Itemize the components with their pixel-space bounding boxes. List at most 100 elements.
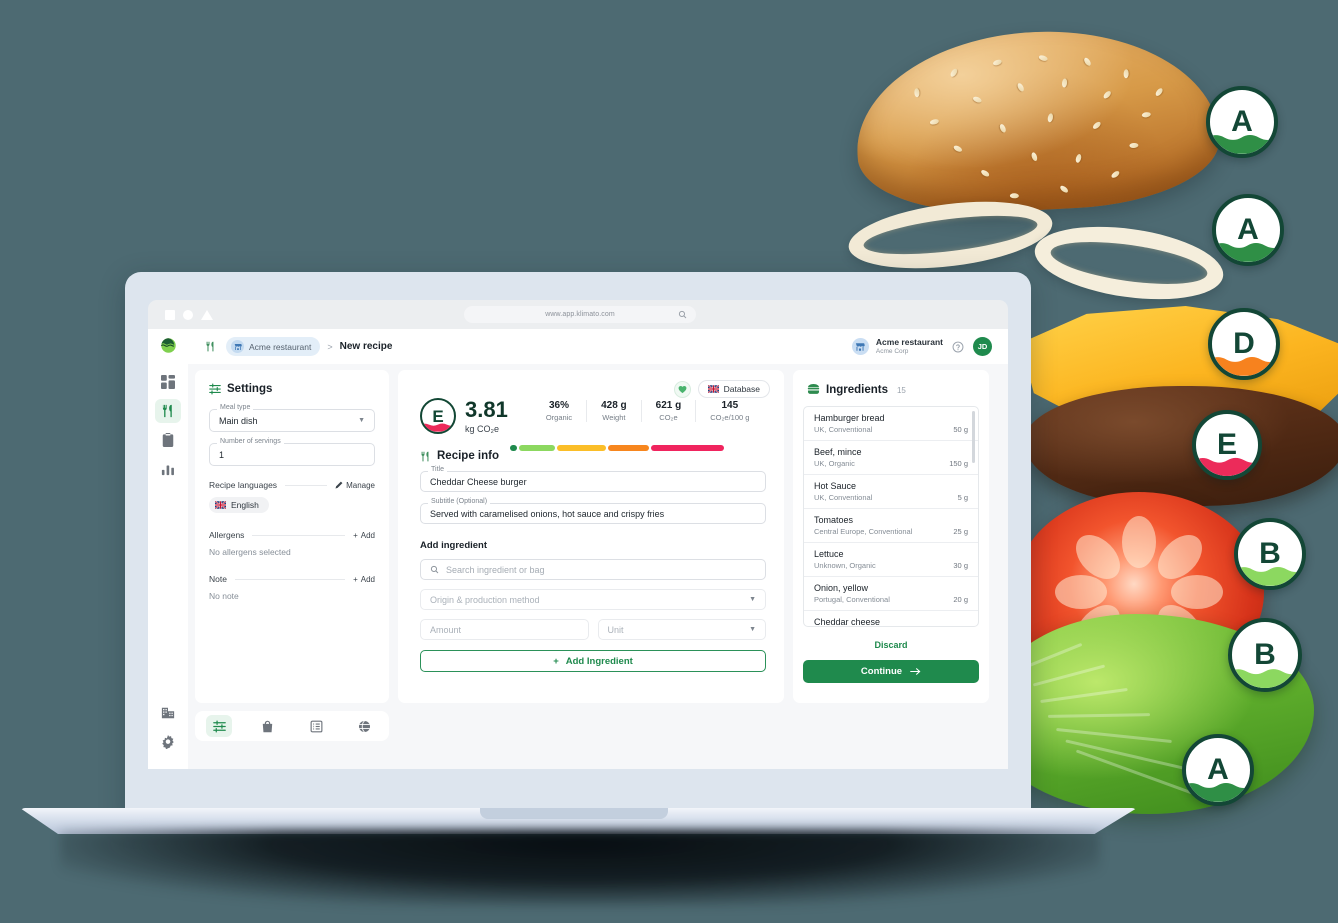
amount-field[interactable]: Amount [420, 619, 589, 640]
grade-badge-letter: A [1207, 753, 1229, 786]
window-circle-icon[interactable] [183, 309, 193, 320]
add-ingredient-heading: Add ingredient [420, 540, 488, 551]
stats-group: 36% Organic 428 g Weight 621 g CO₂e 145 CO₂e/10… [532, 400, 764, 422]
clipboard-icon [162, 433, 174, 447]
sidebar-item-recipes[interactable] [155, 399, 181, 423]
recipe-subtitle-value: Served with caramelised onions, hot sauc… [430, 508, 665, 519]
organisation-switcher[interactable]: Acme restaurant Acme Corp [851, 337, 943, 356]
recipe-languages-label: Recipe languages [209, 480, 278, 490]
tab-list[interactable] [303, 715, 329, 737]
amount-input[interactable]: Amount [420, 619, 589, 640]
klimato-logo-icon[interactable] [160, 337, 177, 354]
grade-badge-letter: E [1216, 428, 1237, 461]
plus-icon: + [353, 530, 358, 540]
sesame-seed [1154, 86, 1164, 98]
scale-segment [607, 445, 650, 451]
ingredient-row[interactable]: Lettuce Unknown, Organic 30 g [804, 543, 978, 577]
tab-settings[interactable] [206, 715, 233, 737]
recipe-languages-section: Recipe languages Manage [209, 480, 375, 490]
scale-segment [651, 445, 724, 451]
continue-button[interactable]: Continue [803, 660, 979, 683]
ingredient-name: Beef, mince [814, 447, 862, 457]
meal-type-select[interactable]: Main dish ▼ [209, 409, 375, 432]
origin-select[interactable]: Origin & production method ▼ [420, 589, 766, 610]
stat-label: Organic [545, 413, 573, 422]
sidebar-item-reports[interactable] [155, 428, 181, 452]
grade-badge: A [1206, 86, 1278, 158]
add-note-button[interactable]: + Add [353, 575, 375, 584]
language-chip-label: English [231, 500, 259, 510]
add-ingredient-button[interactable]: + Add Ingredient [420, 650, 766, 672]
ingredient-row[interactable]: Tomatoes Central Europe, Conventional 25 g [804, 509, 978, 543]
tab-shopping[interactable] [255, 715, 281, 737]
grade-badge-letter: B [1259, 537, 1281, 570]
settings-panel-header: Settings [195, 370, 389, 395]
ingredient-meta: UK, Organic 150 g [814, 459, 968, 468]
ingredients-list[interactable]: Hamburger bread UK, Conventional 50 g Beef,… [803, 406, 979, 627]
grade-badge-letter: B [1254, 638, 1276, 671]
grade-letter: E [432, 406, 444, 426]
database-selector[interactable]: Database [697, 380, 770, 398]
recipe-main-panel: Database E 3.81 kg CO₂e 36% Organic 428 g W… [398, 370, 784, 703]
help-circle-icon[interactable] [952, 341, 964, 353]
ingredient-search-field[interactable]: Search ingredient or bag [420, 559, 766, 580]
database-label: Database [723, 384, 760, 394]
origin-field[interactable]: Origin & production method ▼ [420, 589, 766, 610]
ingredient-row[interactable]: Cheddar cheeseUnknown origin, Convention… [804, 611, 978, 626]
search-icon [430, 565, 439, 574]
sidebar-item-settings[interactable] [155, 730, 181, 754]
scrollbar[interactable] [972, 411, 975, 463]
sidebar-item-dashboard[interactable] [155, 370, 181, 394]
servings-input[interactable]: 1 [209, 443, 375, 466]
avatar[interactable]: JD [973, 337, 992, 356]
ingredient-amount: 25 g [953, 527, 968, 536]
recipe-subtitle-field[interactable]: Subtitle (Optional) Served with carameli… [420, 498, 766, 524]
cutlery-icon [421, 451, 429, 461]
ingredient-name: Tomatoes [814, 515, 854, 525]
ingredient-row[interactable]: Hot Sauce UK, Conventional 5 g [804, 475, 978, 509]
sidebar-item-organisation[interactable] [155, 701, 181, 725]
search-icon [678, 310, 687, 319]
discard-button[interactable]: Discard [793, 640, 989, 650]
amount-placeholder: Amount [430, 624, 462, 635]
tab-shopping-bag-icon [263, 720, 273, 732]
recipe-subtitle-input[interactable]: Served with caramelised onions, hot sauc… [420, 503, 766, 524]
ingredient-row[interactable]: Beef, mince UK, Organic 150 g [804, 441, 978, 475]
ingredient-row[interactable]: Onion, yellow Portugal, Conventional 20 g [804, 577, 978, 611]
add-allergen-button[interactable]: + Add [353, 531, 375, 540]
tab-globe[interactable] [352, 715, 378, 737]
recipe-title-label: Title [428, 466, 447, 473]
allergens-label: Allergens [209, 530, 245, 540]
ingredient-search-input[interactable]: Search ingredient or bag [420, 559, 766, 580]
score-values: 3.81 kg CO₂e [465, 398, 508, 434]
unit-field[interactable]: Unit ▼ [597, 619, 766, 640]
sesame-seed [1061, 78, 1068, 88]
address-bar[interactable]: www.app.klimato.com [464, 306, 696, 323]
breadcrumb-organisation-label: Acme restaurant [249, 341, 312, 352]
window-square-icon[interactable] [165, 309, 175, 320]
unit-select[interactable]: Unit ▼ [597, 619, 766, 640]
sesame-seed [998, 123, 1008, 134]
language-chip-english[interactable]: English [209, 497, 269, 513]
sesame-seed [1102, 89, 1113, 100]
window-triangle-icon[interactable] [201, 309, 213, 320]
lettuce-vein [1025, 642, 1083, 669]
organisation-parent: Acme Corp [875, 347, 909, 355]
sliders-icon [209, 383, 221, 395]
recipe-title-value: Cheddar Cheese burger [430, 476, 527, 487]
recipe-title-field[interactable]: Title Cheddar Cheese burger [420, 466, 766, 492]
recipe-title-input[interactable]: Cheddar Cheese burger [420, 471, 766, 492]
servings-field[interactable]: Number of servings 1 [209, 438, 375, 466]
breadcrumb-separator: > [327, 341, 333, 352]
sidebar-item-analytics[interactable] [155, 457, 181, 481]
ingredient-name: Hamburger bread [814, 413, 885, 423]
stat-value: 428 g [601, 400, 627, 411]
ingredients-panel: Ingredients 15 Hamburger bread UK, Conven… [793, 370, 989, 703]
favourite-button[interactable] [673, 380, 691, 398]
breadcrumb-organisation[interactable]: Acme restaurant [226, 337, 321, 356]
manage-languages-button[interactable]: Manage [335, 481, 375, 490]
meal-type-field[interactable]: Meal type Main dish ▼ [209, 404, 375, 432]
window-controls[interactable] [165, 309, 213, 320]
note-empty-text: No note [209, 591, 239, 601]
ingredient-row[interactable]: Hamburger bread UK, Conventional 50 g [804, 407, 978, 441]
